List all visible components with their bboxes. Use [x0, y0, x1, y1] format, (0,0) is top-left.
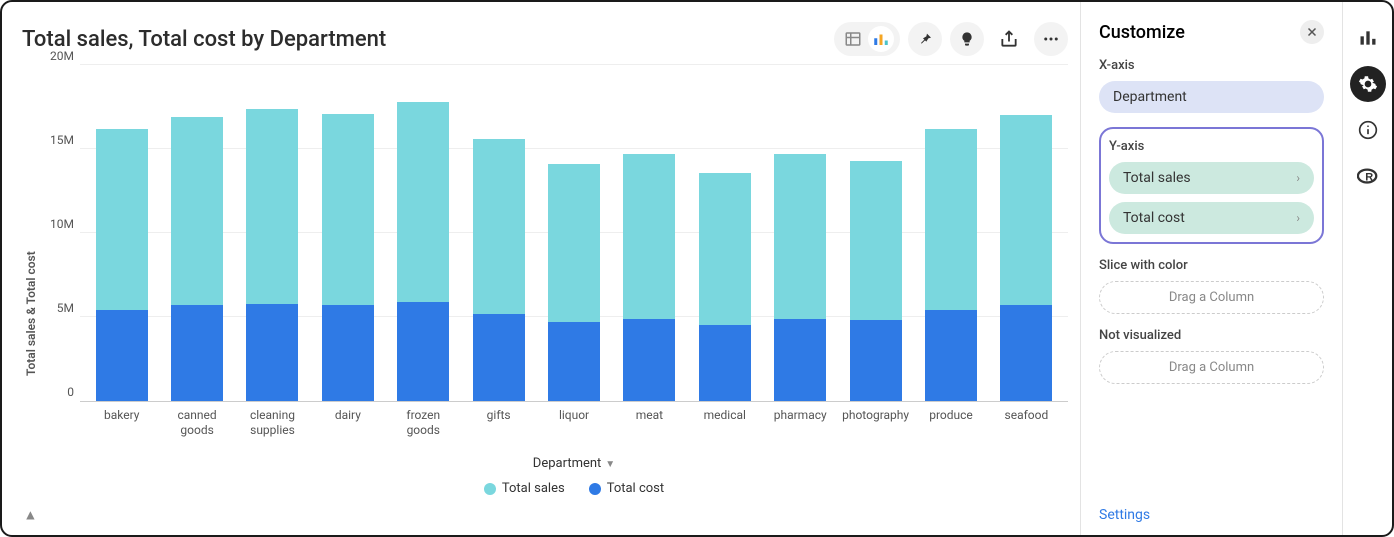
page-title: Total sales, Total cost by Department	[22, 27, 386, 52]
chevron-right-icon: ›	[1296, 171, 1300, 185]
bar-segment-sales[interactable]	[473, 139, 525, 314]
x-tick-label: cannedgoods	[159, 408, 234, 438]
yaxis-pill-cost[interactable]: Total cost›	[1109, 202, 1314, 234]
x-tick-label: photography	[838, 408, 913, 438]
bar-segment-cost[interactable]	[925, 310, 977, 401]
bar-segment-cost[interactable]	[548, 322, 600, 401]
x-tick-label: pharmacy	[763, 408, 838, 438]
yaxis-label: Y-axis	[1109, 139, 1314, 154]
bar-column[interactable]	[159, 117, 234, 401]
x-tick-label: cleaningsupplies	[235, 408, 310, 438]
bar-segment-sales[interactable]	[925, 129, 977, 310]
x-tick-label: bakery	[84, 408, 159, 438]
chart-legend: Total sales Total cost	[80, 481, 1068, 496]
bar-column[interactable]	[763, 154, 838, 401]
x-tick-label: dairy	[310, 408, 385, 438]
chevron-down-icon: ▼	[605, 459, 615, 470]
bar-column[interactable]	[235, 109, 310, 401]
y-tick: 10M	[50, 217, 74, 231]
y-axis-ticks: 05M10M15M20M	[38, 66, 80, 406]
slice-drop-zone[interactable]: Drag a Column	[1099, 281, 1324, 314]
bar-segment-cost[interactable]	[623, 319, 675, 401]
y-tick: 0	[67, 385, 74, 399]
more-button[interactable]	[1034, 22, 1068, 56]
bar-column[interactable]	[386, 102, 461, 401]
x-tick-label: frozengoods	[386, 408, 461, 438]
bar-segment-sales[interactable]	[171, 117, 223, 305]
chart-view-icon[interactable]	[868, 26, 894, 52]
chart-plot-area	[80, 62, 1068, 402]
view-toggle[interactable]	[834, 22, 900, 56]
bar-segment-cost[interactable]	[171, 305, 223, 401]
x-axis-labels: bakerycannedgoodscleaningsuppliesdairyfr…	[80, 402, 1068, 438]
legend-item-cost[interactable]: Total cost	[589, 481, 664, 496]
bar-segment-cost[interactable]	[1000, 305, 1052, 401]
y-axis-title: Total sales & Total cost ▶	[22, 62, 38, 525]
bar-segment-sales[interactable]	[548, 164, 600, 322]
bar-column[interactable]	[461, 139, 536, 401]
bar-segment-sales[interactable]	[322, 114, 374, 306]
bar-segment-sales[interactable]	[96, 129, 148, 310]
bar-segment-sales[interactable]	[246, 109, 298, 304]
yaxis-pill-sales[interactable]: Total sales›	[1109, 162, 1314, 194]
bar-segment-sales[interactable]	[1000, 115, 1052, 305]
bar-segment-cost[interactable]	[96, 310, 148, 401]
bar-segment-cost[interactable]	[246, 304, 298, 401]
not-visualized-drop-zone[interactable]: Drag a Column	[1099, 351, 1324, 384]
bar-segment-cost[interactable]	[699, 325, 751, 401]
bar-column[interactable]	[612, 154, 687, 401]
bar-segment-cost[interactable]	[774, 319, 826, 401]
y-tick: 15M	[50, 133, 74, 147]
x-tick-label: produce	[913, 408, 988, 438]
yaxis-group: Y-axis Total sales› Total cost›	[1099, 127, 1324, 244]
bar-segment-cost[interactable]	[397, 302, 449, 401]
y-tick: 20M	[50, 49, 74, 63]
chart-panel: Total sales, Total cost by Department	[2, 2, 1080, 535]
rail-r-icon[interactable]: R	[1350, 158, 1386, 194]
xaxis-pill[interactable]: Department	[1099, 81, 1324, 113]
pin-button[interactable]	[908, 22, 942, 56]
table-view-icon[interactable]	[840, 26, 866, 52]
x-axis-title[interactable]: Department▼	[80, 456, 1068, 471]
x-tick-label: seafood	[989, 408, 1064, 438]
bar-segment-cost[interactable]	[322, 305, 374, 401]
customize-panel: Customize X-axis Department Y-axis Total…	[1080, 2, 1342, 535]
x-tick-label: medical	[687, 408, 762, 438]
bar-column[interactable]	[989, 115, 1064, 401]
bar-column[interactable]	[84, 129, 159, 401]
bar-segment-sales[interactable]	[774, 154, 826, 319]
bar-segment-sales[interactable]	[623, 154, 675, 319]
rail-info-icon[interactable]	[1350, 112, 1386, 148]
settings-link[interactable]: Settings	[1099, 507, 1324, 523]
x-tick-label: liquor	[536, 408, 611, 438]
not-visualized-label: Not visualized	[1099, 328, 1324, 343]
insight-button[interactable]	[950, 22, 984, 56]
bar-segment-sales[interactable]	[397, 102, 449, 302]
share-button[interactable]	[992, 22, 1026, 56]
close-button[interactable]	[1300, 20, 1324, 44]
bar-segment-sales[interactable]	[699, 173, 751, 326]
x-tick-label: meat	[612, 408, 687, 438]
bar-column[interactable]	[838, 161, 913, 401]
slice-label: Slice with color	[1099, 258, 1324, 273]
x-tick-label: gifts	[461, 408, 536, 438]
bar-column[interactable]	[913, 129, 988, 401]
y-tick: 5M	[57, 301, 74, 315]
bar-column[interactable]	[536, 164, 611, 401]
chart-toolbar	[834, 22, 1068, 56]
expand-y-axis-icon[interactable]: ▶	[25, 510, 36, 521]
bar-segment-cost[interactable]	[473, 314, 525, 401]
rail-chart-icon[interactable]	[1350, 20, 1386, 56]
svg-text:R: R	[1365, 172, 1373, 184]
rail-settings-icon[interactable]	[1350, 66, 1386, 102]
bar-segment-cost[interactable]	[850, 320, 902, 401]
right-rail: R	[1342, 2, 1392, 535]
bar-column[interactable]	[310, 114, 385, 401]
xaxis-label: X-axis	[1099, 58, 1324, 73]
legend-item-sales[interactable]: Total sales	[484, 481, 565, 496]
customize-title: Customize	[1099, 22, 1185, 43]
bar-column[interactable]	[687, 173, 762, 401]
bar-segment-sales[interactable]	[850, 161, 902, 321]
chevron-right-icon: ›	[1296, 211, 1300, 225]
